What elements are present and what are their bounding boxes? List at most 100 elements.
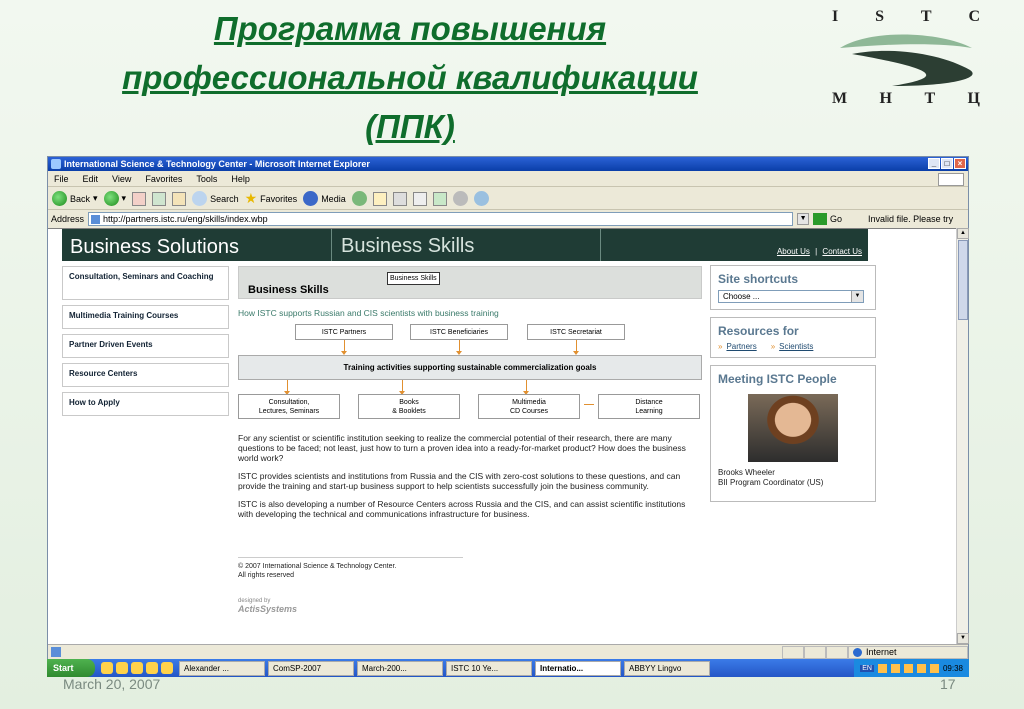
paragraph-3: ISTC is also developing a number of Reso…: [238, 499, 686, 519]
task-internet-explorer[interactable]: Internatio...: [535, 660, 621, 676]
copyright-notice: © 2007 International Science & Technolog…: [238, 557, 463, 580]
task-abbyy[interactable]: ABBYY Lingvo: [624, 660, 710, 676]
star-icon: ★: [244, 190, 258, 206]
menu-view[interactable]: View: [112, 174, 131, 184]
banner-business-solutions[interactable]: Business Solutions: [62, 229, 331, 261]
meeting-people-panel: Meeting ISTC People Brooks Wheeler BII P…: [710, 365, 876, 502]
box-istc-partners: ISTC Partners: [295, 324, 393, 340]
box-multimedia: Multimedia CD Courses: [478, 394, 580, 419]
shortcuts-select[interactable]: Choose ... ▼: [718, 290, 864, 303]
scroll-up-icon[interactable]: ▲: [957, 228, 969, 239]
address-input[interactable]: http://partners.istc.ru/eng/skills/index…: [88, 212, 794, 226]
language-indicator[interactable]: EN: [860, 664, 874, 672]
site-shortcuts-title: Site shortcuts: [718, 272, 799, 286]
scroll-thumb[interactable]: [958, 240, 968, 320]
box-distance-learning: Distance Learning: [598, 394, 700, 419]
app-icon[interactable]: [116, 662, 128, 674]
window-titlebar[interactable]: International Science & Technology Cente…: [48, 157, 968, 171]
app-icon[interactable]: [131, 662, 143, 674]
quick-launch: [101, 662, 173, 674]
close-button[interactable]: ×: [954, 158, 966, 169]
search-icon: [192, 191, 208, 206]
nav-item-how-to-apply[interactable]: How to Apply: [62, 392, 229, 416]
windows-flag-icon: [938, 173, 964, 186]
menu-favorites[interactable]: Favorites: [145, 174, 182, 184]
minimize-button[interactable]: _: [928, 158, 940, 169]
logo-letters-cyrillic: МНТЦ: [832, 90, 982, 107]
person-photo: [748, 394, 838, 462]
refresh-icon[interactable]: [152, 191, 167, 206]
page-icon: [51, 647, 61, 657]
back-button[interactable]: Back ▾: [52, 191, 98, 206]
globe-icon: [853, 647, 862, 657]
history-icon[interactable]: [351, 191, 367, 206]
maximize-button[interactable]: □: [941, 158, 953, 169]
menu-bar: File Edit View Favorites Tools Help: [48, 172, 968, 187]
task-istc[interactable]: ISTC 10 Ye...: [446, 660, 532, 676]
search-button[interactable]: Search: [192, 191, 239, 206]
favorites-button[interactable]: ★ Favorites: [245, 190, 298, 207]
about-us-link[interactable]: About Us: [777, 247, 810, 256]
meeting-title: Meeting ISTC People: [718, 372, 837, 386]
forward-arrow-icon: [103, 191, 119, 206]
app-icon[interactable]: [146, 662, 158, 674]
start-button[interactable]: Start: [47, 659, 95, 677]
box-istc-secretariat: ISTC Secretariat: [527, 324, 625, 340]
actis-systems-logo[interactable]: ActisSystems: [238, 604, 702, 614]
tray-icon[interactable]: [877, 663, 887, 673]
desktop-icon[interactable]: [101, 662, 113, 674]
tray-icon[interactable]: [916, 663, 926, 673]
bullet-icon: »: [718, 342, 723, 351]
nav-item-partner-events[interactable]: Partner Driven Events: [62, 334, 229, 358]
nav-item-consultation[interactable]: Consultation, Seminars and Coaching: [62, 266, 229, 300]
task-alexander[interactable]: Alexander ...: [179, 660, 265, 676]
print-icon[interactable]: [392, 191, 407, 206]
istc-logo: ISTC МНТЦ: [832, 8, 982, 112]
menu-edit[interactable]: Edit: [83, 174, 99, 184]
media-button[interactable]: Media: [303, 191, 346, 206]
research-icon[interactable]: [473, 191, 489, 206]
security-zone: Internet: [848, 645, 968, 659]
scientists-link[interactable]: Scientists: [779, 342, 813, 351]
task-march[interactable]: March-200...: [357, 660, 443, 676]
mail-icon[interactable]: [372, 191, 387, 206]
go-button[interactable]: Go: [813, 213, 842, 225]
arrow-down-icon: [399, 380, 405, 395]
taskbar: Start Alexander ... ComSP-2007 March-200…: [47, 659, 969, 677]
messenger-icon[interactable]: [452, 191, 468, 206]
resources-panel: Resources for » Partners » Scientists: [710, 317, 876, 358]
partners-link[interactable]: Partners: [726, 342, 756, 351]
box-istc-beneficiaries: ISTC Beneficiaries: [410, 324, 508, 340]
title-line-2: профессиональной квалификации: [122, 59, 698, 96]
arrow-down-icon: [523, 380, 529, 395]
slide-title: Программа повышения профессиональной ква…: [30, 4, 790, 151]
banner-business-skills[interactable]: Business Skills: [331, 229, 600, 261]
training-diagram: ISTC Partners ISTC Beneficiaries ISTC Se…: [238, 324, 702, 449]
discuss-icon[interactable]: [432, 191, 447, 206]
browser-window: International Science & Technology Cente…: [47, 156, 969, 662]
vertical-scrollbar[interactable]: ▲ ▼: [956, 228, 969, 644]
menu-tools[interactable]: Tools: [196, 174, 217, 184]
tray-icon[interactable]: [903, 663, 913, 673]
nav-item-resource-centers[interactable]: Resource Centers: [62, 363, 229, 387]
arrow-down-icon: [284, 380, 290, 395]
tray-icon[interactable]: [929, 663, 939, 673]
clock: 09:38: [942, 663, 963, 673]
address-dropdown-icon[interactable]: ▼: [797, 213, 810, 225]
task-comsp[interactable]: ComSP-2007: [268, 660, 354, 676]
menu-file[interactable]: File: [54, 174, 69, 184]
contact-us-link[interactable]: Contact Us: [822, 247, 862, 256]
address-bar: Address http://partners.istc.ru/eng/skil…: [51, 212, 954, 226]
stop-icon[interactable]: [132, 191, 147, 206]
title-line-3: (ППК): [365, 108, 455, 145]
right-sidebar: Site shortcuts Choose ... ▼ Resources for…: [710, 265, 876, 509]
menu-help[interactable]: Help: [231, 174, 250, 184]
ie-quick-icon[interactable]: [161, 662, 173, 674]
nav-item-multimedia[interactable]: Multimedia Training Courses: [62, 305, 229, 329]
tray-icon[interactable]: [890, 663, 900, 673]
forward-button[interactable]: ▾: [103, 191, 126, 206]
page-viewport: Business Solutions Business Skills About…: [48, 228, 956, 644]
scroll-down-icon[interactable]: ▼: [957, 633, 969, 644]
home-icon[interactable]: [172, 191, 187, 206]
edit-icon[interactable]: [412, 191, 427, 206]
